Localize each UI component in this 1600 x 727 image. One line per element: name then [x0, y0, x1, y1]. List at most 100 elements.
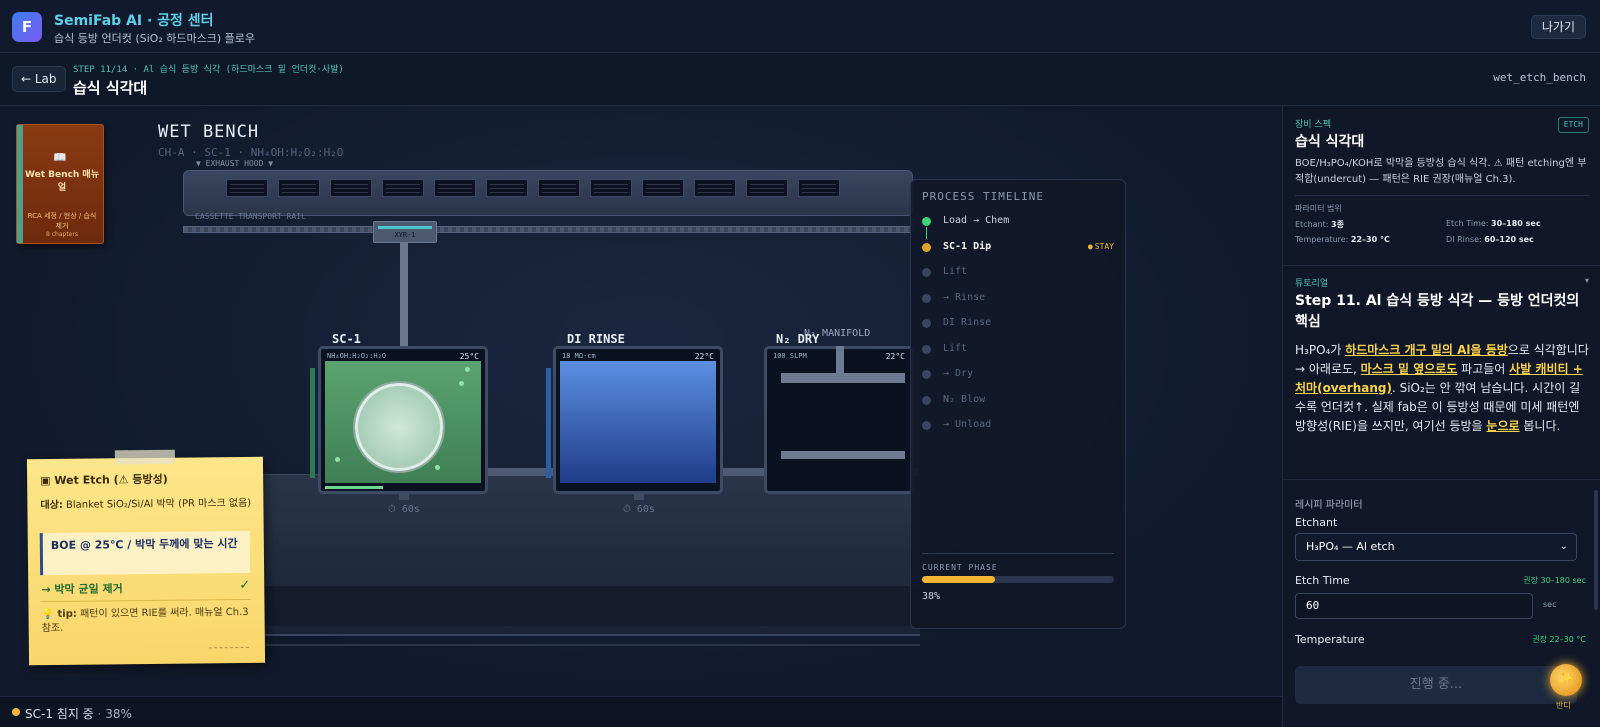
right-panel: 장비 스펙 습식 식각대 ETCH BOE/H₃PO₄/KOH로 박막을 등방성… [1282, 106, 1600, 727]
tank-sc1[interactable]: NH₄OH:H₂O₂:H₂O 25°C [318, 346, 488, 494]
rail-label: CASSETTE TRANSPORT RAIL [195, 212, 306, 221]
firefly-companion-icon[interactable]: ✨ [1550, 664, 1582, 696]
timeline-item-label: → Dry [943, 368, 974, 379]
tank-label-sc1: SC-1 [332, 332, 361, 346]
top-bar: F SemiFab AI · 공정 센터 습식 등방 언더컷 (SiO₂ 하드마… [0, 0, 1600, 53]
sticky-note: ▣ Wet Etch (⚠ 등방성) 대상: Blanket SiO₂/Si/A… [26, 449, 266, 666]
tank-temp-sc1: 25°C [459, 352, 479, 361]
manual-book[interactable]: 📖 Wet Bench 매뉴얼 RCA 세정 / 현상 / 습식 제거 8 ch… [16, 124, 104, 244]
app-logo: F [12, 12, 42, 42]
status-separator: · [97, 707, 102, 721]
manifold-label: N₂ MANIFOLD [804, 328, 871, 339]
timeline-connector [926, 227, 927, 239]
collapse-caret-icon[interactable]: ▾ [1585, 276, 1589, 285]
status-dot [12, 708, 20, 716]
step-title: 습식 식각대 [73, 79, 148, 97]
wet-bench-canvas: 📖 Wet Bench 매뉴얼 RCA 세정 / 현상 / 습식 제거 8 ch… [0, 106, 1282, 696]
spec-temperature: Temperature: 22–30 °C [1295, 235, 1390, 244]
tape [114, 449, 175, 465]
exit-button[interactable]: 나가기 [1530, 15, 1586, 39]
app-subtitle: 습식 등방 언더컷 (SiO₂ 하드마스크) 플로우 [54, 32, 255, 45]
timeline-dot [922, 370, 931, 379]
tank-temp-n2: 22°C [885, 352, 905, 361]
hood-vent [226, 179, 268, 197]
timeline-item-label: DI Rinse [943, 317, 992, 328]
timeline-dot [922, 293, 931, 303]
equipment-title: 습식 식각대 [1295, 134, 1365, 150]
tutorial-section: 튜토리얼 ▾ Step 11. Al 습식 등방 식각 — 등방 언더컷의 핵심… [1283, 266, 1600, 480]
step-header: ← Lab STEP 11/14 · Al 습식 등방 식각 (하드마스크 밑 … [0, 53, 1600, 106]
exhaust-hood-label: ▼ EXHAUST HOOD ▼ [196, 159, 274, 168]
sc1-side-indicator [310, 368, 315, 478]
stay-indicator: STAY [1088, 242, 1114, 251]
process-timeline: PROCESS TIMELINE Load → Chem SC-1 Dip Lift… [910, 179, 1126, 629]
timeline-item-label: Load → Chem [943, 215, 1010, 226]
sticky-tip: 💡 tip: 패턴이 있으면 RIE를 써라. 매뉴얼 Ch.3 참조. [41, 606, 252, 636]
bench-title: WET BENCH [158, 122, 260, 142]
highlight: 하드마스크 개구 밑의 Al을 등방 [1345, 343, 1508, 357]
param-range-label: 파라미터 범위 [1295, 204, 1342, 213]
etchant-select[interactable]: H₃PO₄ — Al etch ⌄ [1295, 533, 1577, 561]
floor-line [260, 634, 920, 636]
signature-line [208, 646, 249, 649]
wafer [355, 383, 443, 471]
etchant-label: Etchant [1295, 516, 1338, 529]
tank-di-rinse[interactable]: 18 MΩ·cm 22°C [553, 346, 723, 494]
check-icon: ✓ [239, 577, 251, 594]
book-icon: 📖 [53, 151, 67, 164]
etch-time-input[interactable]: 60 [1295, 593, 1533, 619]
timeline-dot [922, 242, 931, 252]
run-button[interactable]: 진행 중... [1295, 666, 1577, 704]
temperature-label: Temperature [1295, 633, 1365, 646]
tank-info-sc1: NH₄OH:H₂O₂:H₂O [327, 352, 387, 360]
sticky-target-label: 대상: [40, 499, 63, 512]
spec-etch-time: Etch Time: 30–180 sec [1446, 219, 1541, 228]
timeline-item-label: → Rinse [943, 291, 986, 303]
floor-line [260, 644, 920, 646]
current-phase-bar [922, 576, 1114, 583]
tutorial-label: 튜토리얼 [1295, 279, 1329, 289]
divider [922, 553, 1114, 554]
timeline-item-label: → Unload [943, 419, 992, 430]
tank-temp-di: 22°C [694, 352, 714, 361]
sticky-result: → 박막 균일 제거 [41, 582, 123, 597]
manual-desc: RCA 세정 / 현상 / 습식 제거 [27, 212, 97, 230]
highlight: 마스크 밑 옆으로도 [1360, 362, 1458, 376]
hood-vent [538, 179, 580, 197]
hood-vent [486, 179, 528, 197]
hood-vent [590, 179, 632, 197]
tank-info-n2: 100 SLPM [773, 352, 807, 360]
tank-timer-di: ⏱ 60s [623, 504, 655, 515]
sticky-title: ▣ Wet Etch (⚠ 등방성) [40, 472, 168, 488]
tutorial-body: H₃PO₄가 하드마스크 개구 밑의 Al을 등방으로 식각합니다 → 아래로도… [1295, 343, 1589, 433]
status-label: SC-1 침지 중 [25, 707, 94, 721]
timeline-item-label: Lift [943, 342, 968, 354]
bubble [335, 457, 340, 462]
di-liquid [560, 361, 716, 483]
equipment-spec-card: 장비 스펙 습식 식각대 ETCH BOE/H₃PO₄/KOH로 박막을 등방성… [1283, 106, 1600, 266]
current-phase-label: CURRENT PHASE [922, 563, 998, 572]
temperature-hint: 권장 22–30 °C [1532, 635, 1586, 644]
timeline-title: PROCESS TIMELINE [922, 190, 1044, 203]
current-phase-fill [922, 576, 995, 583]
step-label: STEP 11/14 · Al 습식 등방 식각 (하드마스크 밑 언더컷·사발… [73, 65, 344, 75]
timeline-item-label: N₂ Blow [943, 393, 986, 405]
spec-etchant: Etchant: 3종 [1295, 220, 1344, 229]
bench-cabinet-lower [260, 586, 920, 626]
status-percent: 38% [105, 707, 132, 721]
sticky-target: 대상: Blanket SiO₂/Si/Al 박막 (PR 마스크 없음) [40, 497, 251, 513]
bubble [459, 381, 464, 386]
timeline-dot [922, 268, 931, 277]
tip-label: 💡 tip: [41, 608, 77, 621]
hood-vent [798, 179, 840, 197]
scrollbar[interactable] [1594, 490, 1598, 610]
back-to-lab-button[interactable]: ← Lab [12, 66, 66, 92]
manual-chapters: 8 chapters [46, 231, 78, 238]
di-side-indicator [546, 368, 551, 478]
divider [1295, 195, 1589, 196]
timeline-dot [922, 421, 931, 430]
equipment-badge: ETCH [1557, 117, 1589, 133]
hood-vent [330, 179, 372, 197]
hood-vent [382, 179, 424, 197]
hood-vent [642, 179, 684, 197]
